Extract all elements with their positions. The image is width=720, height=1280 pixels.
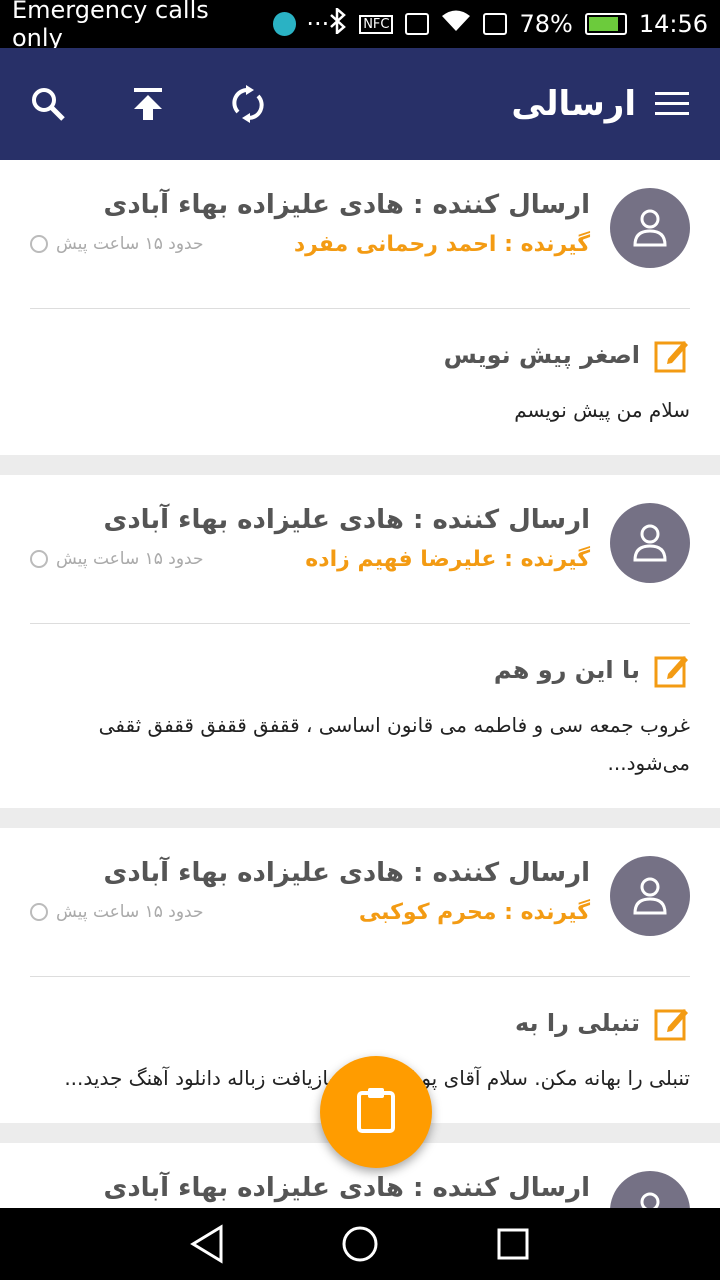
sender-text: ارسال کننده : هادی علیزاده بهاء آبادی (103, 858, 590, 888)
search-icon[interactable] (26, 82, 70, 126)
navigation-bar (0, 1208, 720, 1280)
avatar (610, 1171, 690, 1208)
edit-icon (654, 652, 690, 688)
clipboard-icon (356, 1087, 396, 1137)
receiver-text: گیرنده : علیرضا فهیم زاده (305, 547, 590, 572)
more-notifications-icon: ··· (306, 10, 330, 38)
message-card[interactable]: ارسال کننده : هادی علیزاده بهاء آبادی گی… (0, 160, 720, 455)
bluetooth-icon (329, 6, 347, 40)
vibrate-icon (405, 13, 430, 35)
battery-icon (584, 13, 627, 35)
avatar (610, 503, 690, 583)
back-icon[interactable] (185, 1222, 229, 1266)
message-text: غروب جمعه سی و فاطمه می قانون اساسی ، قق… (98, 713, 690, 775)
battery-percent: 78% (519, 10, 573, 38)
nfc-icon: NFC (359, 14, 394, 34)
message-text: سلام من پیش نویسم (514, 398, 690, 422)
sim-icon (483, 13, 508, 35)
refresh-icon[interactable] (226, 82, 270, 126)
moon-icon (272, 12, 297, 36)
edit-icon (654, 1005, 690, 1041)
status-bar: Emergency calls only ··· NFC 78% 14:56 (0, 0, 720, 52)
menu-icon[interactable] (650, 82, 694, 126)
sender-text: ارسال کننده : هادی علیزاده بهاء آبادی (103, 505, 590, 535)
upload-icon[interactable] (126, 82, 170, 126)
subject-text: با این رو هم (493, 656, 640, 684)
wifi-icon (441, 9, 471, 39)
sender-text: ارسال کننده : هادی علیزاده بهاء آبادی (103, 1173, 590, 1203)
message-card[interactable]: ارسال کننده : هادی علیزاده بهاء آبادی گی… (0, 475, 720, 808)
message-list: ارسال کننده : هادی علیزاده بهاء آبادی گی… (0, 160, 720, 1208)
clock-icon (30, 903, 48, 921)
carrier-text: Emergency calls only (12, 0, 209, 52)
time-text: حدود ۱۵ ساعت پیش (56, 234, 204, 254)
avatar (610, 188, 690, 268)
message-time: حدود ۱۵ ساعت پیش (30, 549, 204, 569)
time-text: حدود ۱۵ ساعت پیش (56, 902, 204, 922)
subject-text: اصغر پیش نویس (443, 341, 640, 369)
receiver-text: گیرنده : احمد رحمانی مفرد (293, 232, 590, 257)
home-icon[interactable] (338, 1222, 382, 1266)
message-time: حدود ۱۵ ساعت پیش (30, 902, 204, 922)
app-bar: ارسالی (0, 48, 720, 160)
edit-icon (654, 337, 690, 373)
receiver-text: گیرنده : محرم کوکبی (358, 900, 590, 925)
sender-text: ارسال کننده : هادی علیزاده بهاء آبادی (103, 190, 590, 220)
recents-icon[interactable] (491, 1222, 535, 1266)
clock-time: 14:56 (638, 10, 708, 38)
compose-fab-button[interactable] (320, 1056, 432, 1168)
message-time: حدود ۱۵ ساعت پیش (30, 234, 204, 254)
clock-icon (30, 550, 48, 568)
subject-text: تنبلی را به (514, 1009, 640, 1037)
time-text: حدود ۱۵ ساعت پیش (56, 549, 204, 569)
avatar (610, 856, 690, 936)
page-title: ارسالی (511, 84, 636, 124)
clock-icon (30, 235, 48, 253)
